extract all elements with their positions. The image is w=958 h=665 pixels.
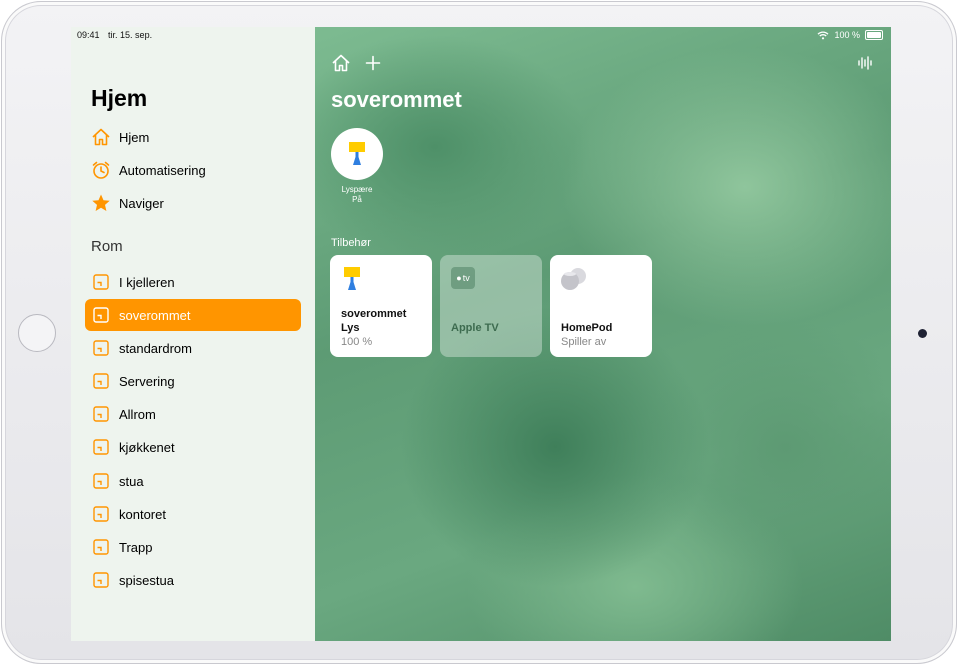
- sidebar: 09:41 tir. 15. sep. Hjem Hjem Automatise…: [71, 27, 315, 641]
- siri-waveform-icon[interactable]: [857, 55, 873, 71]
- tv-icon-text: tv: [462, 273, 470, 283]
- lamp-icon: [344, 267, 360, 290]
- accessory-tile-homepod[interactable]: HomePod Spiller av: [550, 255, 652, 357]
- room-icon: [93, 473, 109, 489]
- home-button[interactable]: [18, 314, 56, 352]
- room-icon: [93, 406, 109, 422]
- ipad-frame: 09:41 tir. 15. sep. Hjem Hjem Automatise…: [1, 1, 957, 664]
- sidebar-room-item[interactable]: standardrom: [85, 332, 301, 364]
- sidebar-room-item-selected[interactable]: soverommet: [85, 299, 301, 331]
- scene-label-line: Lyspære: [341, 185, 373, 194]
- accessories-section-title: Tilbehør: [331, 237, 371, 249]
- sidebar-item-label: Hjem: [119, 129, 150, 145]
- wifi-icon: [818, 30, 829, 39]
- status-bar-left: 09:41 tir. 15. sep.: [77, 30, 158, 40]
- lamp-icon: [349, 142, 365, 165]
- star-icon: [91, 193, 111, 213]
- room-label: Servering: [119, 373, 175, 389]
- room-icon: [93, 307, 109, 323]
- room-icon: [93, 373, 109, 389]
- room-label: spisestua: [119, 572, 174, 588]
- sidebar-room-item[interactable]: kjøkkenet: [85, 431, 301, 463]
- sidebar-item-discover[interactable]: Naviger: [91, 192, 164, 214]
- accessory-name: Apple TV: [451, 322, 499, 334]
- accessory-tile-apple-tv[interactable]: ● tv Apple TV: [440, 255, 542, 357]
- sidebar-item-home[interactable]: Hjem: [91, 126, 149, 148]
- camera: [918, 329, 927, 338]
- sidebar-room-item[interactable]: I kjelleren: [85, 266, 301, 298]
- room-icon: [93, 439, 109, 455]
- sidebar-room-item[interactable]: kontoret: [85, 498, 301, 530]
- accessory-status: 100 %: [341, 336, 373, 348]
- scene-label: Lyspære På: [327, 185, 387, 205]
- accessory-name: soverommet Lys: [341, 307, 406, 335]
- screen: 09:41 tir. 15. sep. Hjem Hjem Automatise…: [71, 27, 891, 641]
- sidebar-item-label: Automatisering: [119, 162, 206, 178]
- battery-percent: 100 %: [834, 30, 860, 40]
- sidebar-item-label: Naviger: [119, 195, 164, 211]
- status-time: 09:41: [77, 30, 100, 40]
- apple-tv-icon: ● tv: [451, 267, 475, 289]
- sidebar-room-item[interactable]: Allrom: [85, 398, 301, 430]
- accessory-name-line: soverommet: [341, 308, 407, 320]
- sidebar-title: Hjem: [91, 85, 148, 111]
- scene-status: På: [352, 195, 362, 204]
- sidebar-room-item[interactable]: Servering: [85, 365, 301, 397]
- rooms-section-title: Rom: [91, 238, 123, 255]
- clock-icon: [91, 160, 111, 180]
- room-icon: [93, 274, 109, 290]
- status-date: tir. 15. sep.: [108, 30, 153, 40]
- add-icon[interactable]: [365, 55, 381, 71]
- apple-logo-icon: ●: [456, 273, 462, 283]
- room-label: I kjelleren: [119, 274, 175, 290]
- room-label: soverommet: [119, 307, 191, 323]
- house-icon: [91, 127, 111, 147]
- scene-button[interactable]: [331, 128, 383, 180]
- battery-icon: [865, 30, 883, 40]
- page-title: soverommet: [331, 87, 462, 112]
- sidebar-room-item[interactable]: Trapp: [85, 531, 301, 563]
- room-label: Allrom: [119, 406, 156, 422]
- room-label: kontoret: [119, 506, 166, 522]
- status-bar-right: 100 %: [817, 30, 883, 40]
- room-label: standardrom: [119, 340, 192, 356]
- room-label: kjøkkenet: [119, 439, 175, 455]
- room-icon: [93, 506, 109, 522]
- room-icon: [93, 572, 109, 588]
- accessory-status: Spiller av: [561, 336, 607, 348]
- room-icon: [93, 340, 109, 356]
- room-icon: [93, 539, 109, 555]
- sidebar-room-item[interactable]: spisestua: [85, 564, 301, 596]
- accessory-name-line: Lys: [341, 322, 360, 334]
- accessory-tile-light[interactable]: soverommet Lys 100 %: [330, 255, 432, 357]
- main-content: 100 % soverommet Lyspære På Tilbehør sov…: [315, 27, 891, 641]
- sidebar-item-automation[interactable]: Automatisering: [91, 159, 206, 181]
- room-label: Trapp: [119, 539, 153, 555]
- sidebar-room-item[interactable]: stua: [85, 465, 301, 497]
- room-label: stua: [119, 473, 144, 489]
- house-icon[interactable]: [331, 53, 351, 73]
- homepod-icon: [561, 268, 586, 290]
- accessory-name: HomePod: [561, 322, 613, 334]
